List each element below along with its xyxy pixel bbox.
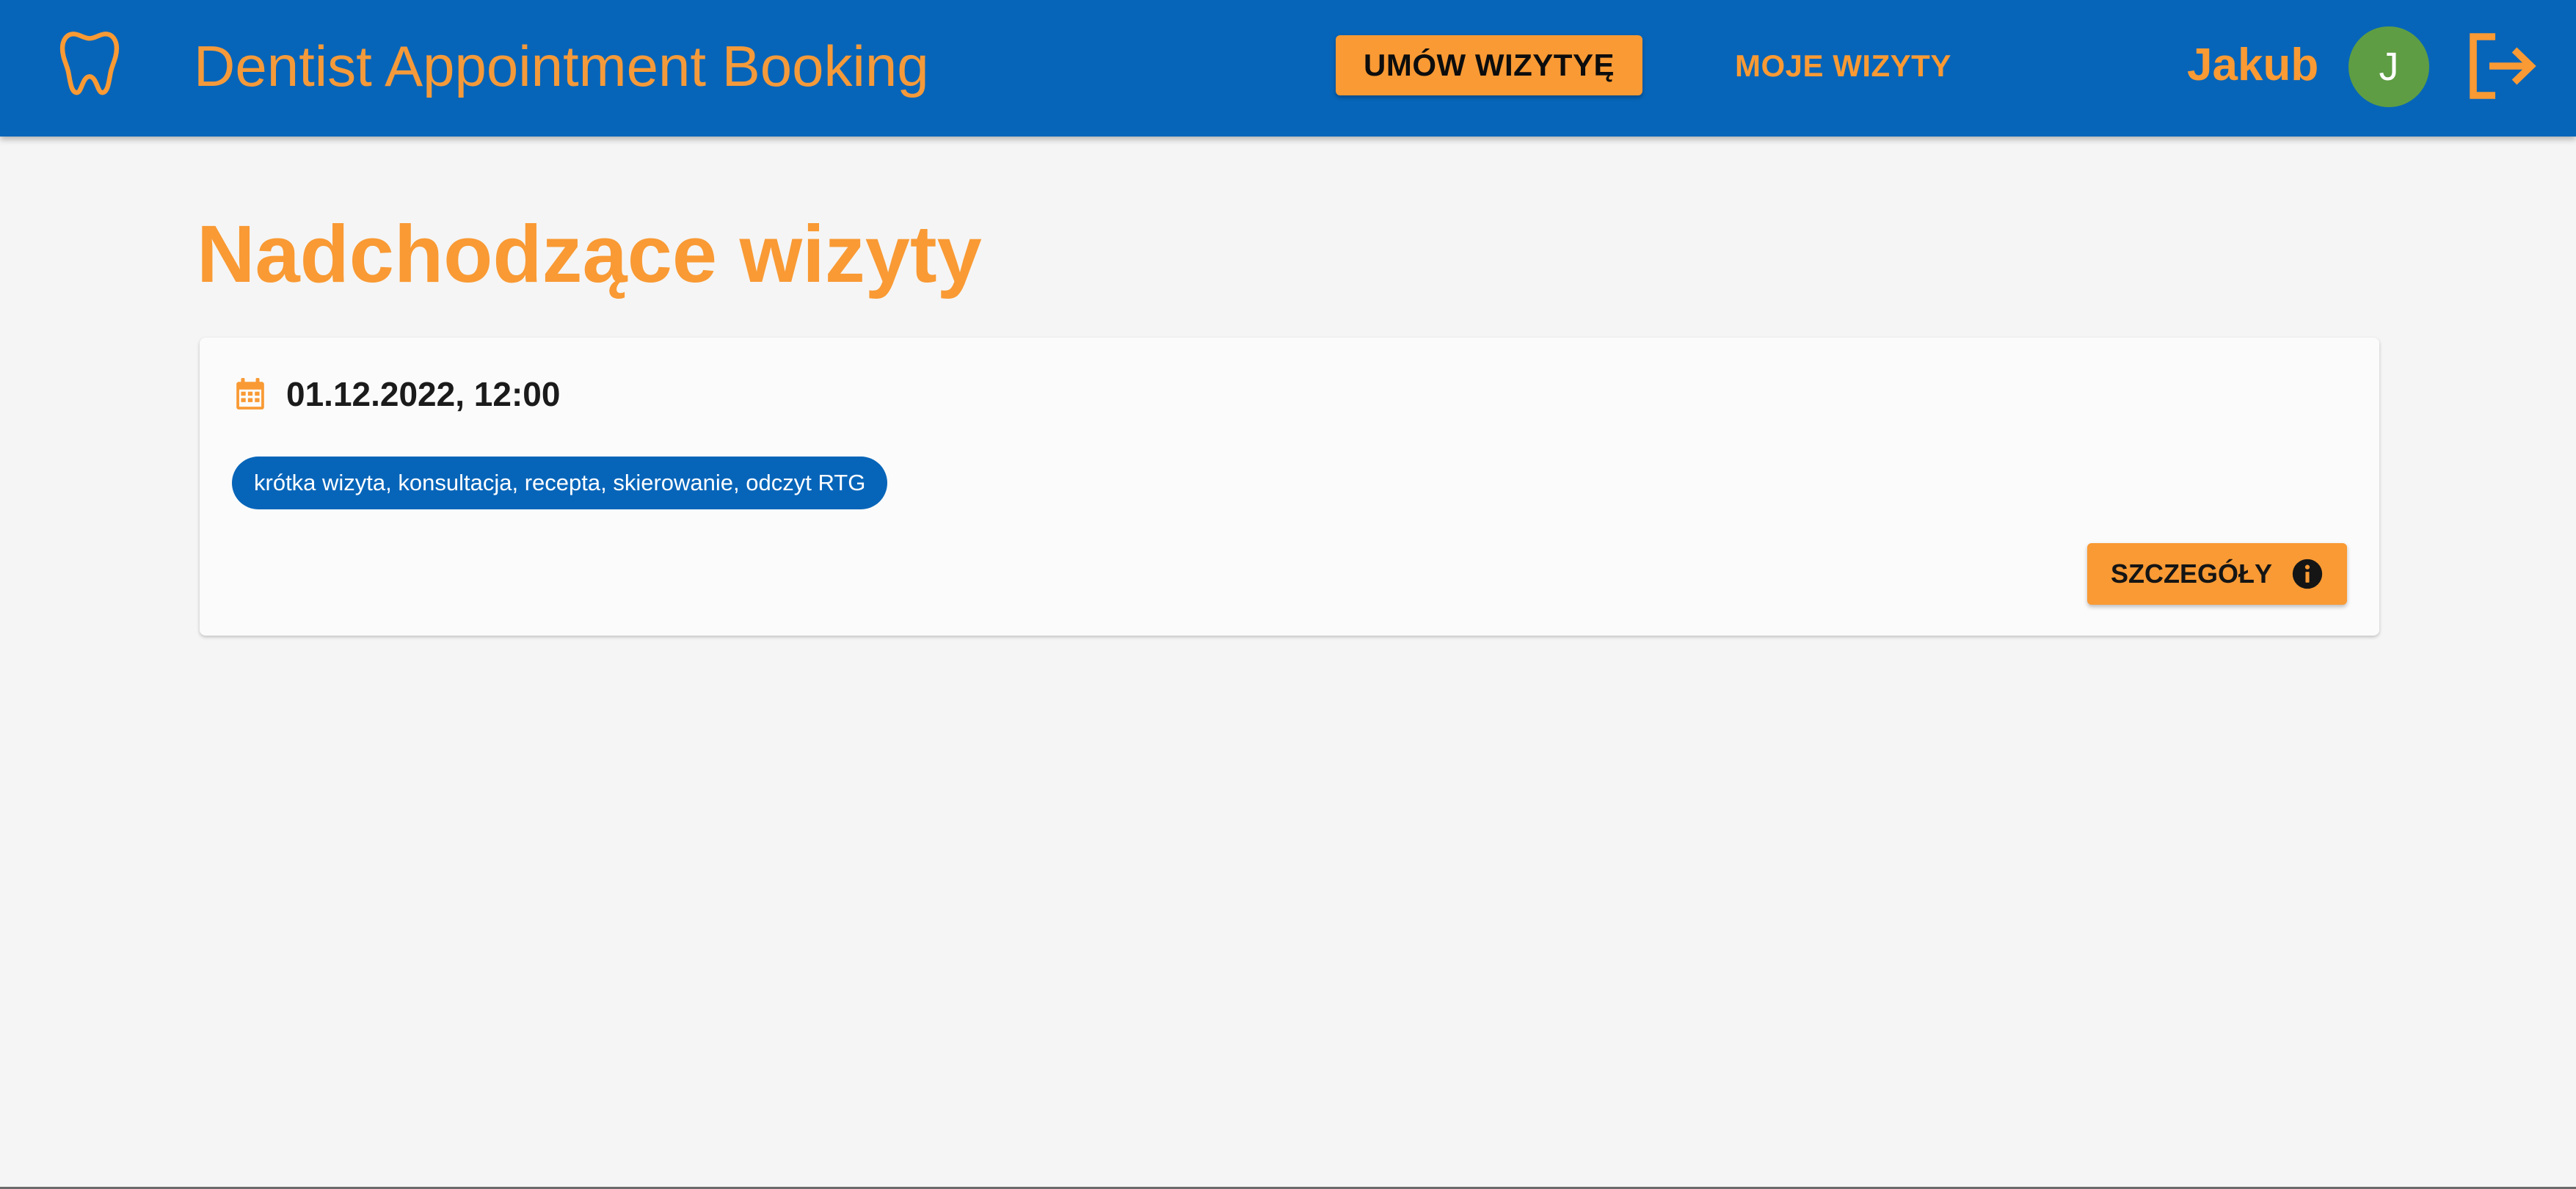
app-title: Dentist Appointment Booking xyxy=(194,34,929,98)
book-appointment-button[interactable]: UMÓW WIZYTYĘ xyxy=(1336,35,1642,95)
tooth-icon[interactable] xyxy=(56,28,123,100)
calendar-icon xyxy=(236,378,264,410)
user-name: Jakub xyxy=(2187,40,2319,90)
page: Dentist Appointment Booking UMÓW WIZYTYĘ… xyxy=(0,0,2576,1189)
info-icon xyxy=(2292,559,2323,589)
app-bar: Dentist Appointment Booking UMÓW WIZYTYĘ… xyxy=(0,0,2576,137)
logout-icon[interactable] xyxy=(2463,29,2539,103)
my-visits-link[interactable]: MOJE WIZYTY xyxy=(1735,44,1951,88)
appointment-datetime: 01.12.2022, 12:00 xyxy=(286,375,561,413)
avatar[interactable]: J xyxy=(2348,26,2429,107)
page-title: Nadchodzące wizyty xyxy=(197,209,982,299)
appointment-card: 01.12.2022, 12:00 krótka wizyta, konsult… xyxy=(200,338,2379,636)
services-chip: krótka wizyta, konsultacja, recepta, ski… xyxy=(232,457,888,509)
details-button-label: SZCZEGÓŁY xyxy=(2110,559,2272,589)
details-button[interactable]: SZCZEGÓŁY xyxy=(2087,543,2347,605)
appointment-date-row: 01.12.2022, 12:00 xyxy=(235,374,560,414)
